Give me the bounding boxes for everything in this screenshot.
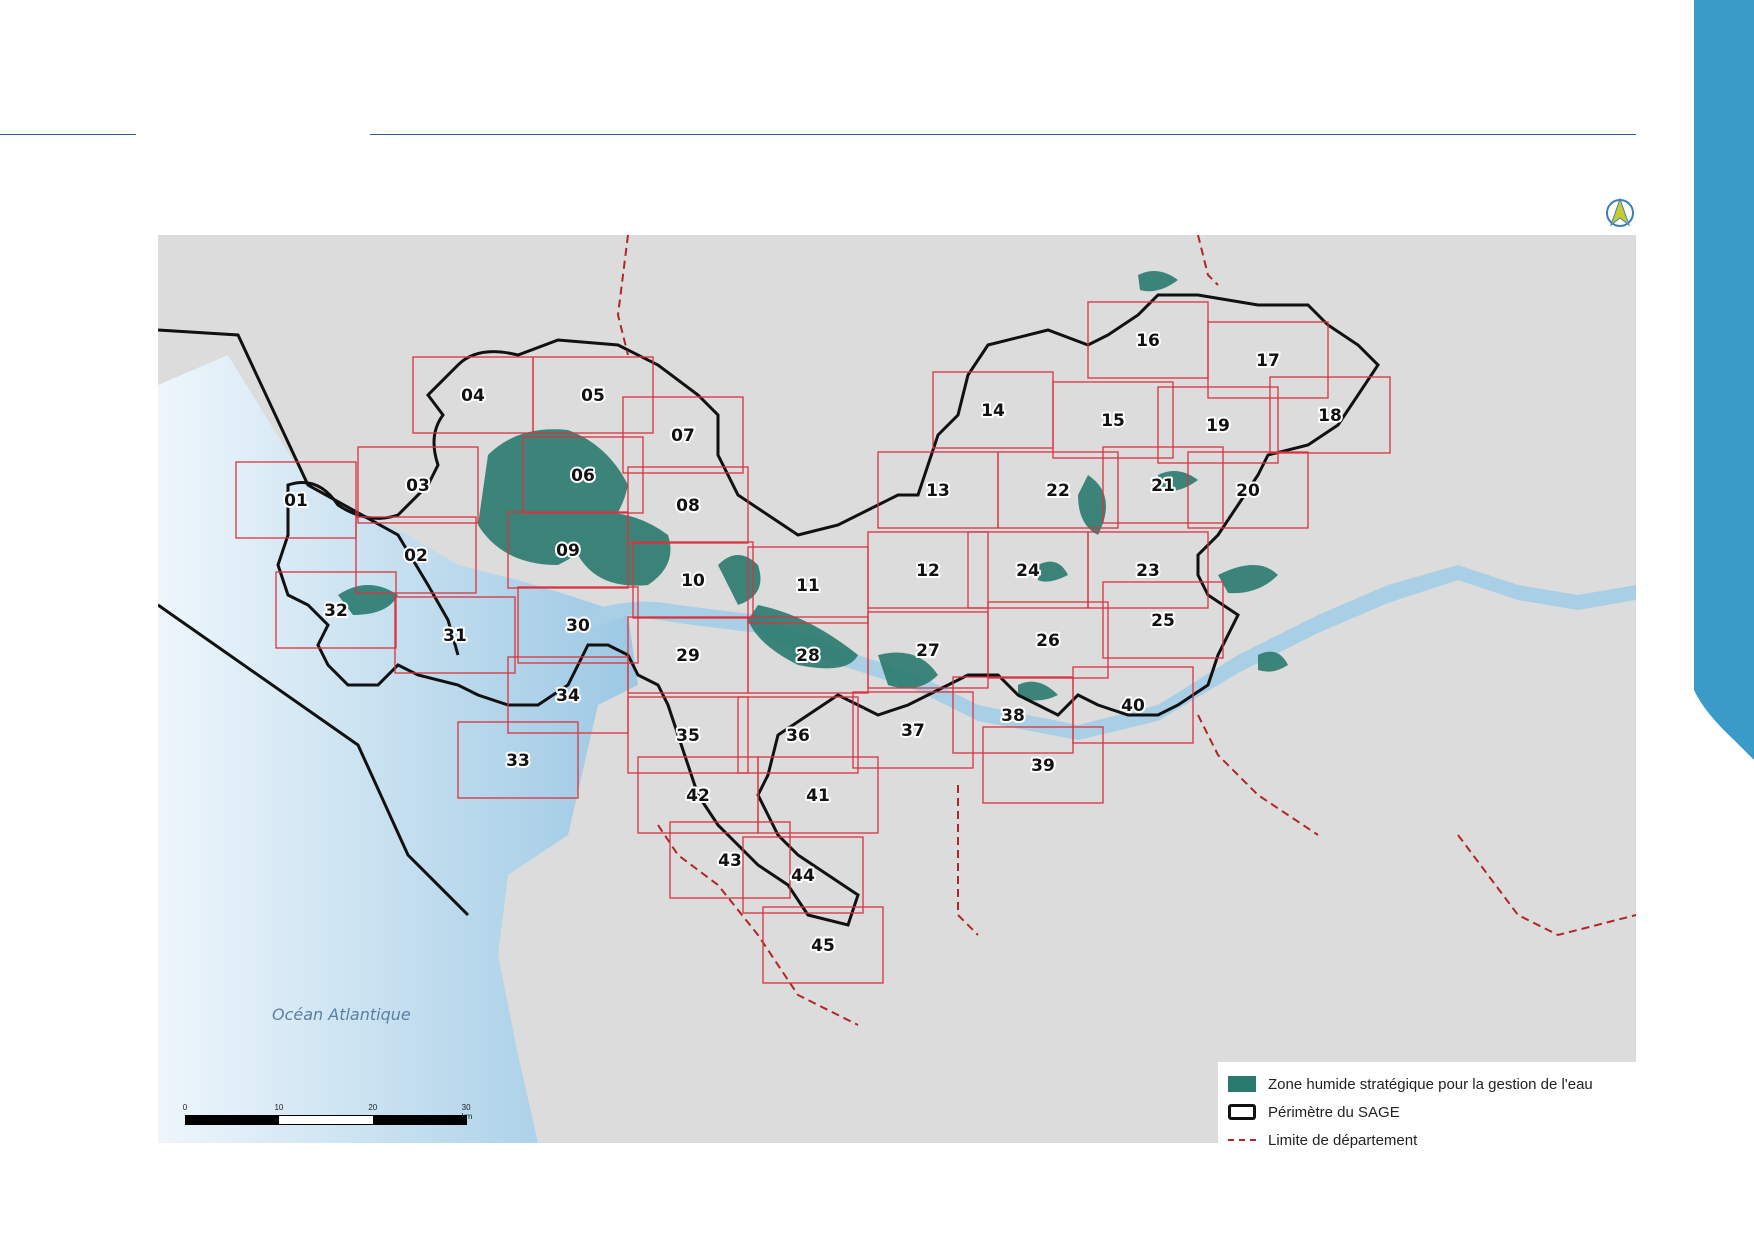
legend-item-wetland: Zone humide stratégique pour la gestion … (1228, 1070, 1626, 1098)
tile-label-19: 19 (1206, 416, 1230, 436)
tile-label-34: 34 (556, 686, 580, 706)
tile-label-16: 16 (1136, 331, 1160, 351)
tile-label-05: 05 (581, 386, 605, 406)
tile-label-38: 38 (1001, 706, 1025, 726)
ocean-label: Océan Atlantique (272, 1005, 411, 1024)
tile-label-33: 33 (506, 751, 530, 771)
scale-bar: 0 10 20 30 km (182, 1103, 472, 1125)
tile-label-29: 29 (676, 646, 700, 666)
tile-label-17: 17 (1256, 351, 1280, 371)
tile-label-15: 15 (1101, 411, 1125, 431)
tile-label-18: 18 (1318, 406, 1342, 426)
scale-tick-20: 20 (368, 1103, 378, 1112)
scale-tick-30: 30 km (461, 1103, 473, 1121)
tile-label-42: 42 (686, 786, 710, 806)
tile-label-02: 02 (404, 546, 428, 566)
tile-label-04: 04 (461, 386, 485, 406)
tile-label-22: 22 (1046, 481, 1070, 501)
tile-label-35: 35 (676, 726, 700, 746)
tile-label-14: 14 (981, 401, 1005, 421)
tile-label-39: 39 (1031, 756, 1055, 776)
tile-label-11: 11 (796, 576, 820, 596)
tile-label-13: 13 (926, 481, 950, 501)
tile-label-26: 26 (1036, 631, 1060, 651)
header-rule-right (370, 134, 1636, 135)
tile-label-01: 01 (284, 491, 308, 511)
tile-label-09: 09 (556, 541, 580, 561)
legend-item-perimeter: Périmètre du SAGE (1228, 1098, 1626, 1126)
tile-label-40: 40 (1121, 696, 1145, 716)
tile-label-07: 07 (671, 426, 695, 446)
legend-item-department: Limite de département (1228, 1126, 1626, 1154)
legend-swatch-wetland (1228, 1076, 1256, 1092)
tile-label-08: 08 (676, 496, 700, 516)
tile-label-44: 44 (791, 866, 815, 886)
tile-label-43: 43 (718, 851, 742, 871)
map-legend: Zone humide stratégique pour la gestion … (1218, 1062, 1636, 1162)
tile-label-03: 03 (406, 476, 430, 496)
north-arrow-icon (1606, 197, 1634, 227)
header-rule-left (0, 134, 136, 135)
tile-label-20: 20 (1236, 481, 1260, 501)
tile-label-24: 24 (1016, 561, 1040, 581)
tile-label-23: 23 (1136, 561, 1160, 581)
tile-label-06: 06 (571, 466, 595, 486)
legend-swatch-perimeter (1228, 1104, 1256, 1120)
side-tab (1694, 0, 1754, 760)
tile-label-45: 45 (811, 936, 835, 956)
tile-label-12: 12 (916, 561, 940, 581)
tile-label-31: 31 (443, 626, 467, 646)
tile-label-30: 30 (566, 616, 590, 636)
tile-label-27: 27 (916, 641, 940, 661)
tile-label-41: 41 (806, 786, 830, 806)
legend-swatch-department (1228, 1139, 1256, 1141)
scale-tick-0: 0 (182, 1103, 188, 1112)
scale-tick-10: 10 (274, 1103, 284, 1112)
tile-label-36: 36 (786, 726, 810, 746)
tile-label-10: 10 (681, 571, 705, 591)
tile-label-25: 25 (1151, 611, 1175, 631)
tile-label-37: 37 (901, 721, 925, 741)
tile-label-21: 21 (1151, 476, 1175, 496)
tile-label-32: 32 (324, 601, 348, 621)
tile-label-28: 28 (796, 646, 820, 666)
